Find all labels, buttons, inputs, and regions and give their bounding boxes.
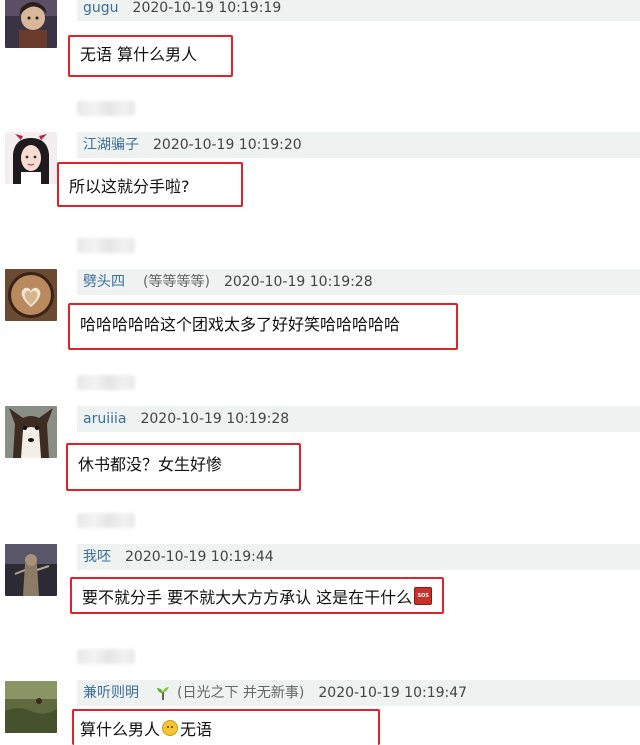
username-link[interactable]: 劈头四 [83, 274, 125, 290]
username-link[interactable]: aruiiia [83, 411, 126, 427]
smiley-emoji-icon [162, 720, 179, 736]
comment-text: 哈哈哈哈哈这个团戏太多了好好笑哈哈哈哈哈 [80, 315, 401, 334]
comment-meta: aruiiia 2020-10-19 10:19:28 [77, 406, 640, 432]
blurred-reply [77, 101, 135, 116]
comment-text-highlighted: 无语 算什么男人 [68, 35, 233, 77]
comment-text: 算什么男人 [80, 720, 161, 739]
comment-meta: 江湖骗子 2020-10-19 10:19:20 [77, 132, 640, 158]
comment-text: 所以这就分手啦? [69, 176, 190, 196]
timestamp: 2020-10-19 10:19:44 [125, 549, 274, 565]
blurred-reply [77, 238, 135, 253]
comment-text: 休书都没？女生好惨 [78, 455, 223, 474]
blurred-reply [77, 375, 135, 390]
comment-meta: 我呸 2020-10-19 10:19:44 [77, 544, 640, 570]
timestamp: 2020-10-19 10:19:28 [140, 411, 290, 427]
comment-text-highlighted: 要不就分手 要不就大大方方承认 这是在干什么 SOS [70, 577, 444, 614]
username-link[interactable]: 我呸 [83, 549, 111, 565]
comment-text-highlighted: 算什么男人 无语 [72, 709, 380, 745]
comment-meta: 兼听则明 (日光之下 并无新事) 2020-10-19 10:19:47 [77, 680, 640, 706]
timestamp: 2020-10-19 10:19:19 [132, 0, 282, 16]
timestamp: 2020-10-19 10:19:28 [223, 274, 373, 290]
comment-text-highlighted: 休书都没？女生好惨 [66, 443, 301, 491]
username-link[interactable]: gugu [83, 0, 119, 16]
sprout-icon [157, 687, 169, 700]
timestamp: 2020-10-19 10:19:20 [153, 137, 302, 153]
comment-meta: gugu 2020-10-19 10:19:19 [77, 0, 640, 21]
comment-text: 要不就分手 要不就大大方方承认 这是在干什么 [82, 587, 413, 607]
blurred-reply [77, 513, 135, 528]
avatar[interactable] [5, 406, 57, 458]
user-motto: (日光之下 并无新事) [177, 685, 305, 701]
avatar[interactable] [5, 544, 57, 596]
comment-text-highlighted: 所以这就分手啦? [57, 162, 243, 207]
comment-text-highlighted: 哈哈哈哈哈这个团戏太多了好好笑哈哈哈哈哈 [68, 303, 458, 350]
avatar[interactable] [5, 132, 57, 184]
comment-text: 无语 算什么男人 [80, 45, 198, 64]
avatar[interactable] [5, 0, 57, 48]
sos-emoji-icon: SOS [414, 586, 433, 605]
username-link[interactable]: 江湖骗子 [83, 137, 139, 153]
user-motto: (等等等等) [143, 274, 210, 290]
blurred-reply [77, 649, 135, 664]
username-link[interactable]: 兼听则明 [83, 685, 139, 701]
timestamp: 2020-10-19 10:19:47 [318, 685, 468, 701]
avatar[interactable] [5, 681, 57, 733]
comment-text-suffix: 无语 [180, 720, 213, 739]
avatar[interactable] [5, 269, 57, 321]
comment-meta: 劈头四 (等等等等) 2020-10-19 10:19:28 [77, 269, 640, 295]
